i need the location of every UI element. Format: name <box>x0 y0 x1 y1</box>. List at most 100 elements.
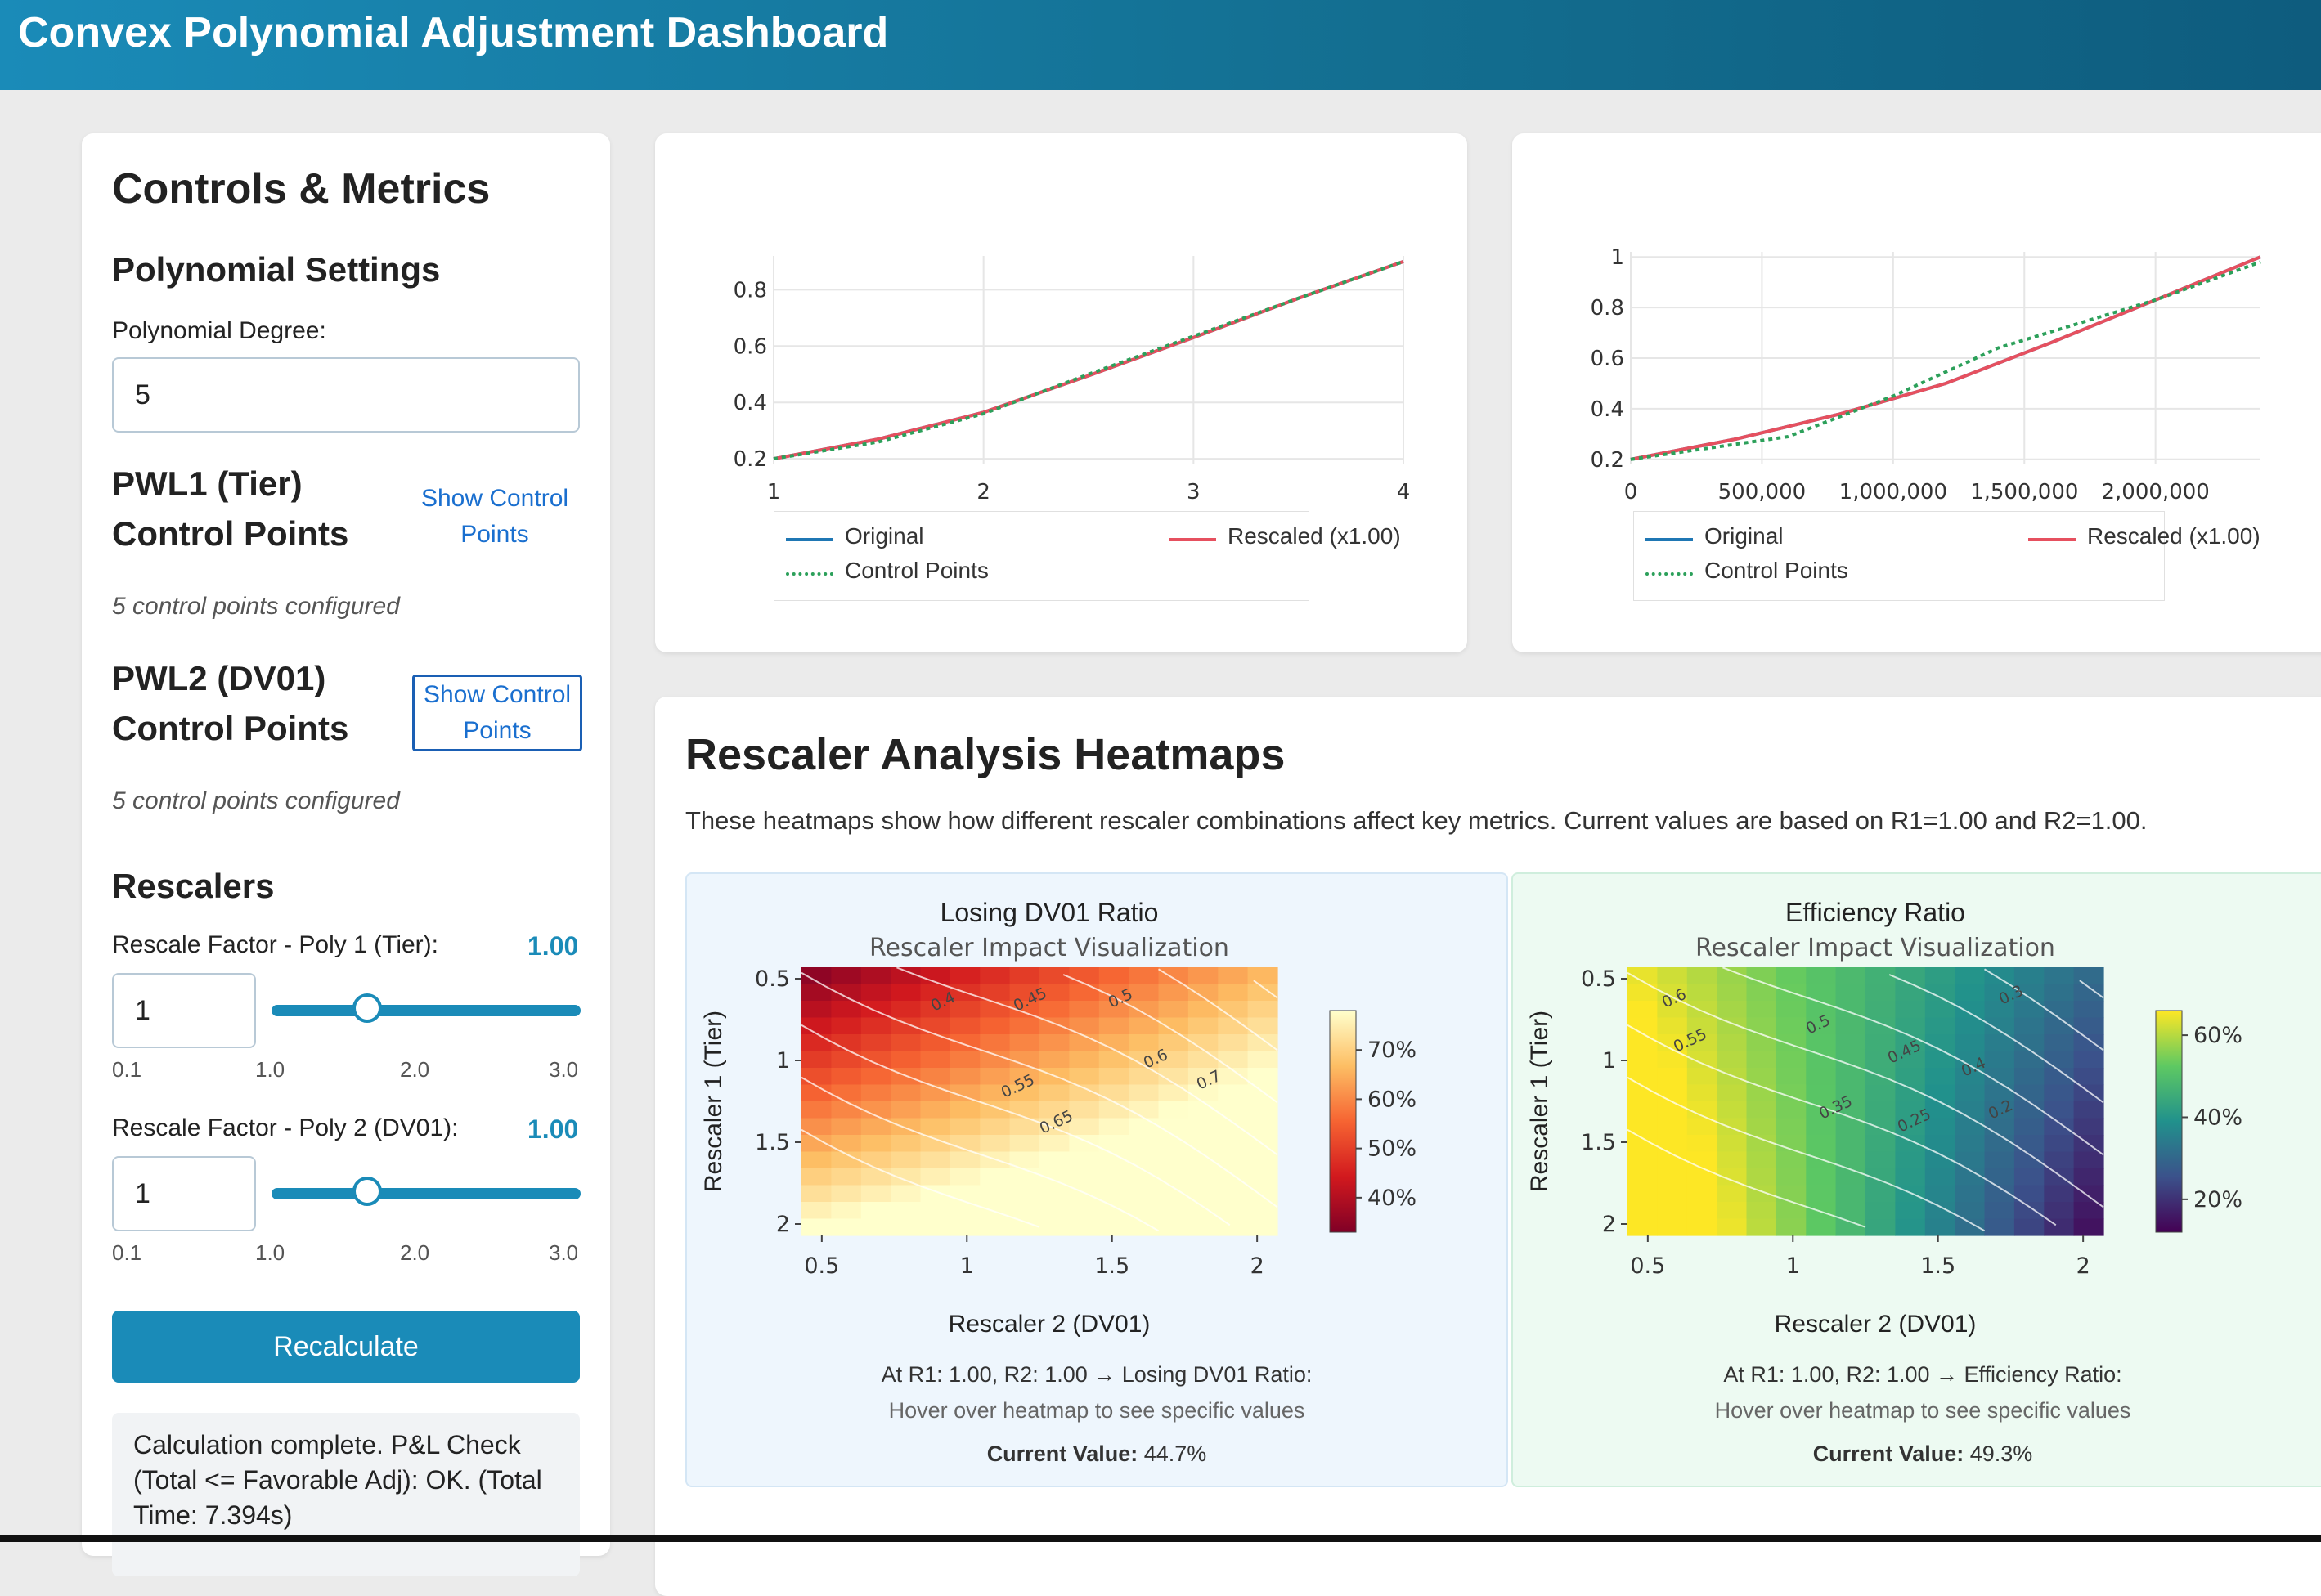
heatmap-cell <box>1069 1101 1100 1119</box>
heatmap-cell <box>1717 1001 1748 1019</box>
heatmap-cell <box>1158 1118 1189 1136</box>
degree-input[interactable]: 5 <box>112 357 580 433</box>
heatmap-cell <box>1806 1168 1837 1186</box>
series-line-original <box>773 260 1404 461</box>
efficiency-heatmap[interactable]: Efficiency Ratio Rescaler Impact Visualiz… <box>1513 874 2321 1365</box>
heatmap-cell <box>950 1185 981 1203</box>
heatmap-cell <box>1129 1017 1160 1035</box>
heatmap-cell <box>980 1001 1011 1019</box>
heatmap-cell <box>1129 1084 1160 1102</box>
y-axis-label: Rescaler 1 (Tier) <box>1526 1011 1553 1192</box>
heatmap-cell <box>801 1151 832 1169</box>
heatmap-cell <box>1865 1218 1896 1236</box>
r1-tick: 1.0 <box>255 1057 285 1082</box>
losing-dv01-heatmap[interactable]: Losing DV01 Ratio Rescaler Impact Visuali… <box>687 874 1510 1365</box>
heatmap-cell <box>2044 1202 2075 1220</box>
heatmap-cell <box>1924 1051 1955 1069</box>
heatmap-cell <box>2044 1135 2075 1153</box>
heatmap-cell <box>1187 1202 1219 1220</box>
heatmap-cell <box>920 1151 951 1169</box>
heatmap-cell <box>1657 1168 1688 1186</box>
heatmap-cell <box>2013 1202 2045 1220</box>
heatmap-cell <box>1069 1068 1100 1086</box>
heatmap-cell <box>1187 984 1219 1002</box>
heatmap-cell <box>891 1001 922 1019</box>
heatmap-cell <box>1806 1218 1837 1236</box>
heatmap-cell <box>1984 1017 2015 1035</box>
heatmap-cell <box>801 1034 832 1052</box>
heatmap-cell <box>2044 1118 2075 1136</box>
heatmap-cell <box>1129 1068 1160 1086</box>
heatmap-cell <box>1218 1151 1249 1169</box>
heatmap-cell <box>1039 1151 1070 1169</box>
y-axis-label: Rescaler 1 (Tier) <box>700 1011 727 1192</box>
r2-slider-track[interactable] <box>272 1188 581 1199</box>
heatmap-cell <box>1247 1034 1278 1052</box>
heatmap-cell <box>1776 1218 1807 1236</box>
heatmap-cell <box>1984 967 2015 985</box>
x-axis-label: Rescaler 2 (DV01) <box>1775 1311 1977 1338</box>
heatmap-cell <box>1835 1068 1866 1086</box>
heatmap-cell <box>1627 1185 1658 1203</box>
heatmap-cell <box>1098 1084 1129 1102</box>
recalculate-button[interactable]: Recalculate <box>112 1311 580 1383</box>
heatmap-cell <box>1627 1101 1658 1119</box>
heatmap-cell <box>1627 1084 1658 1102</box>
heatmap-cell <box>1686 1135 1717 1153</box>
pwl2-show-points-button[interactable]: Show Control Points <box>412 675 582 751</box>
heatmap-cell <box>1009 967 1040 985</box>
heatmap-cell <box>2073 1118 2104 1136</box>
heatmap-cell <box>1835 1168 1866 1186</box>
heatmap-cell <box>2013 1084 2045 1102</box>
heatmap-cell <box>1009 1202 1040 1220</box>
heatmap-cell <box>801 1001 832 1019</box>
heatmap-cell <box>1098 1185 1129 1203</box>
pwl2-note: 5 control points configured <box>112 787 400 814</box>
heatmap-cell <box>2073 1168 2104 1186</box>
heatmap-cell <box>2044 1084 2075 1102</box>
y-tick-label: 0.5 <box>755 966 790 992</box>
x-axis-label: Rescaler 2 (DV01) <box>949 1311 1151 1338</box>
r1-slider-thumb[interactable] <box>352 993 383 1023</box>
heatmap-cell <box>920 1101 951 1119</box>
heatmap-cell <box>980 1135 1011 1153</box>
heatmap-cell <box>1835 1202 1866 1220</box>
heatmap-cell <box>1835 967 1866 985</box>
heatmap-cell <box>2073 967 2104 985</box>
heatmap-cell <box>1924 1017 1955 1035</box>
r2-slider-thumb[interactable] <box>352 1177 383 1206</box>
pwl1-show-points-button[interactable]: Show Control Points <box>409 481 581 553</box>
heatmap-cell <box>1187 1001 1219 1019</box>
r1-slider-track[interactable] <box>272 1005 581 1016</box>
r2-number-input[interactable]: 1 <box>112 1156 256 1231</box>
heatmap-cell <box>2073 1068 2104 1086</box>
polynomial-settings-heading: Polynomial Settings <box>112 250 441 289</box>
r1-number-input[interactable]: 1 <box>112 973 256 1048</box>
heatmap-cell <box>1717 1185 1748 1203</box>
heatmap-cell <box>1717 1151 1748 1169</box>
heatmap-cell <box>1039 1202 1070 1220</box>
rescalers-heading: Rescalers <box>112 867 275 905</box>
heatmaps-description: These heatmaps show how different rescal… <box>685 806 2148 835</box>
y-tick-label: 1.5 <box>1581 1130 1616 1155</box>
heatmap-cell <box>1657 1068 1688 1086</box>
heatmap-cell <box>1686 967 1717 985</box>
heatmap-cell <box>1218 1001 1249 1019</box>
heatmap-cell <box>860 984 891 1002</box>
heatmap-cell <box>1657 1101 1688 1119</box>
heatmap-cell <box>1865 1202 1896 1220</box>
heatmap-cell <box>1984 1118 2015 1136</box>
efficiency-heatmap-panel: Efficiency Ratio Rescaler Impact Visualiz… <box>1511 872 2321 1487</box>
colorbar-label: 50% <box>1367 1136 1416 1162</box>
heatmap-cell <box>1158 1168 1189 1186</box>
heatmap-cell <box>1009 1017 1040 1035</box>
r2-tick: 0.1 <box>112 1240 142 1265</box>
degree-label: Polynomial Degree: <box>112 317 326 344</box>
heatmap-cell <box>1069 1034 1100 1052</box>
x-tick-label: 1.5 <box>1920 1253 1955 1279</box>
heatmap-cell <box>1686 1151 1717 1169</box>
colorbar-label: 20% <box>2193 1187 2242 1213</box>
heatmap-cell <box>1955 984 1986 1002</box>
heatmap-cell <box>920 1118 951 1136</box>
losing-dv01-current: Current Value: 44.7% <box>687 1441 1506 1467</box>
